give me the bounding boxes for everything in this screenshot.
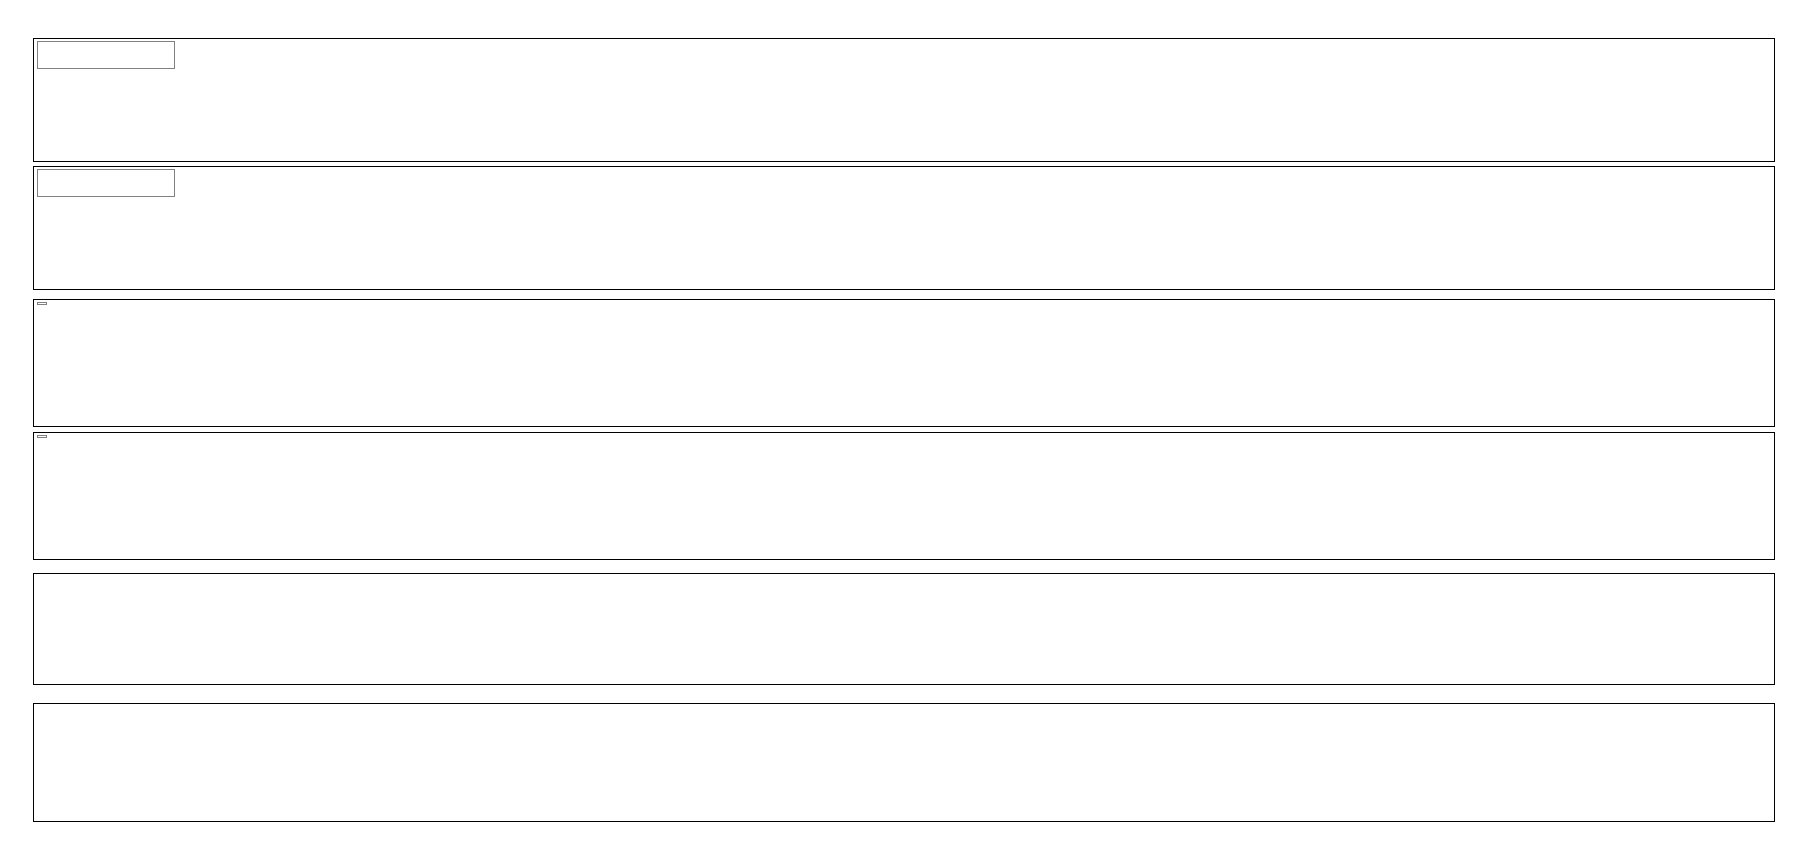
v-colorbar xyxy=(44,172,168,181)
u-velocity-legend xyxy=(37,41,175,69)
v-velocity-legend xyxy=(37,169,175,197)
mean-absi-heatmap-canvas xyxy=(34,300,334,450)
panel-mean-absi-heatmap xyxy=(33,299,1775,427)
temperature-canvas xyxy=(34,704,334,850)
depth-variation-canvas xyxy=(34,574,334,724)
u-colorbar-tick-labels xyxy=(44,53,168,66)
std-absi-heatmap-canvas xyxy=(34,433,334,583)
std-absi-label xyxy=(37,435,47,438)
adcp-velocity-figure xyxy=(0,0,1800,850)
u-colorbar xyxy=(44,44,168,53)
panel-u-velocity-heatmap xyxy=(33,38,1775,162)
panel-depth-variation xyxy=(33,573,1775,685)
v-colorbar-tick-labels xyxy=(44,181,168,194)
mean-absi-label xyxy=(37,302,47,305)
panel-v-velocity-heatmap xyxy=(33,166,1775,290)
panel-std-absi-heatmap xyxy=(33,432,1775,560)
panel-temperature xyxy=(33,703,1775,822)
